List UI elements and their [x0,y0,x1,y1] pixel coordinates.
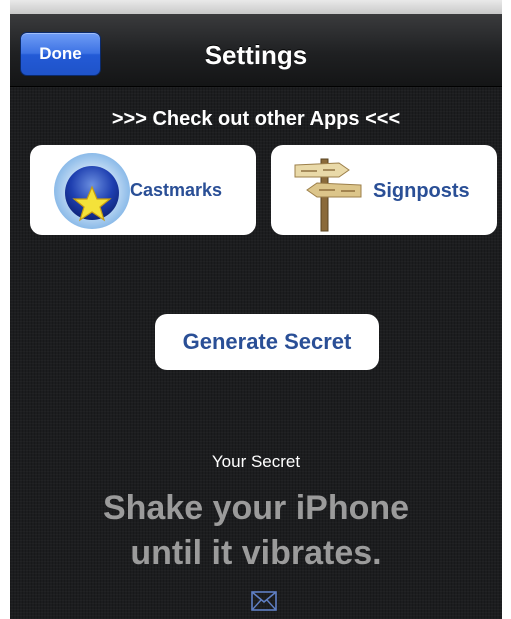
status-bar [10,0,502,14]
navigation-bar: Done Settings [10,14,502,87]
settings-screen: Done Settings >>> Check out other Apps <… [10,0,502,619]
signposts-label: Signposts [373,180,470,202]
envelope-icon[interactable] [251,591,277,611]
your-secret-label: Your Secret [211,452,301,471]
page-title: Settings [204,40,308,70]
castmarks-label: Castmarks [130,180,223,200]
castmarks-app-button[interactable]: Castmarks [30,145,256,235]
generate-secret-button[interactable]: Generate Secret [155,314,379,370]
other-apps-header: >>> Check out other Apps <<< [111,108,401,130]
secret-message-line-2: until it vibrates. [130,534,382,572]
castmarks-star-icon [54,153,130,229]
signposts-app-button[interactable]: Signposts [271,145,497,235]
secret-message: Shake your iPhone until it vibrates. [10,486,502,576]
signposts-icon [294,158,362,232]
secret-message-line-1: Shake your iPhone [102,489,410,527]
